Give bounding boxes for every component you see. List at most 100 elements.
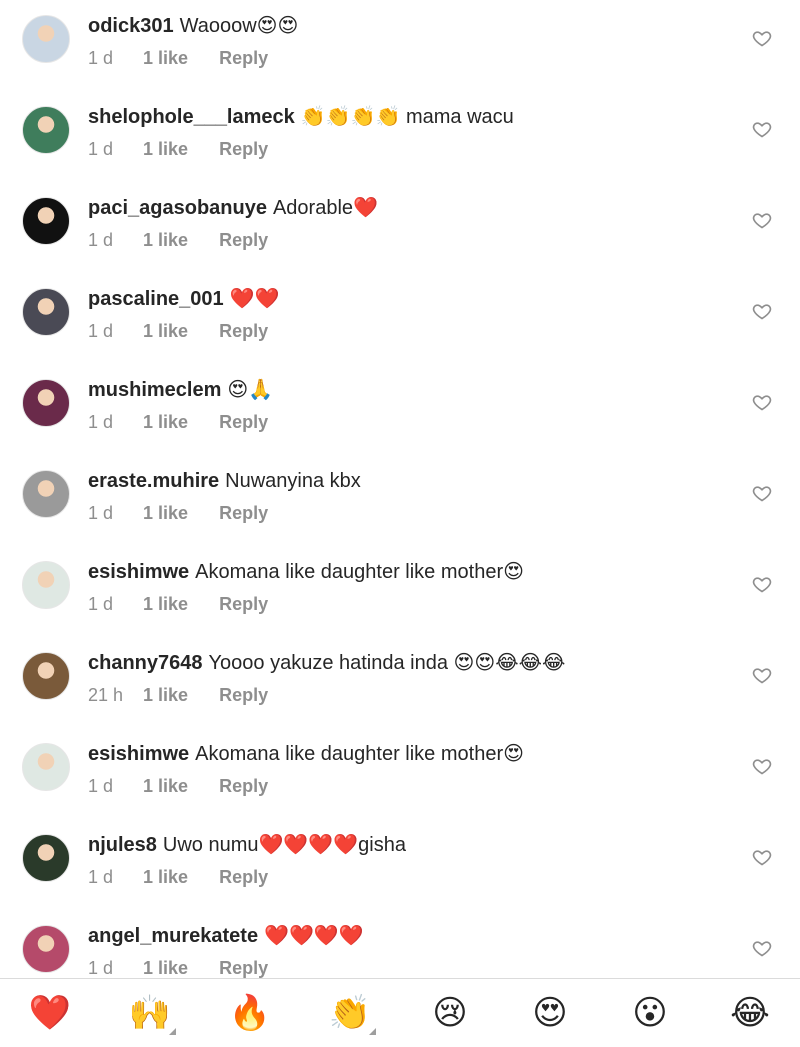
like-heart-icon[interactable] — [752, 574, 772, 594]
like-heart-icon[interactable] — [752, 392, 772, 412]
comment-like-count[interactable]: 1 like — [143, 47, 188, 69]
comment-username[interactable]: esishimwe — [88, 561, 189, 583]
fire-icon[interactable]: 🔥 — [228, 991, 272, 1035]
reply-button[interactable]: Reply — [219, 593, 268, 615]
comment-meta: 1 d 1 like Reply — [88, 320, 730, 342]
comment-line: channy7648 Yoooo yakuze hatinda inda 😍😍😂😂… — [88, 649, 730, 677]
comment-row: paci_agasobanuye Adorable❤️ 1 d 1 like Re… — [0, 182, 800, 273]
reply-button[interactable]: Reply — [219, 229, 268, 251]
comment-line: eraste.muhire Nuwanyina kbx — [88, 467, 730, 495]
reply-button[interactable]: Reply — [219, 411, 268, 433]
comment-row: esishimwe Akomana like daughter like moth… — [0, 728, 800, 819]
reply-button[interactable]: Reply — [219, 320, 268, 342]
comment-like-count[interactable]: 1 like — [143, 957, 188, 978]
clapping-hands-icon[interactable]: 👏 — [328, 991, 376, 1035]
avatar[interactable] — [22, 288, 70, 336]
avatar[interactable] — [22, 106, 70, 154]
like-heart-icon[interactable] — [752, 483, 772, 503]
comment-like-count[interactable]: 1 like — [143, 320, 188, 342]
comment-username[interactable]: paci_agasobanuye — [88, 197, 267, 219]
comment-text: Akomana like daughter like mother😍 — [195, 743, 524, 765]
tears-of-joy-face-icon[interactable]: 😂 — [728, 991, 772, 1035]
like-heart-icon[interactable] — [752, 847, 772, 867]
comment-username[interactable]: esishimwe — [88, 743, 189, 765]
comment-username[interactable]: channy7648 — [88, 652, 203, 674]
comment-text: 👏👏👏👏 mama wacu — [300, 106, 514, 128]
avatar[interactable] — [22, 743, 70, 791]
reaction-emoji: 😮 — [632, 993, 668, 1033]
comment-username[interactable]: njules8 — [88, 834, 157, 856]
avatar[interactable] — [22, 561, 70, 609]
reply-button[interactable]: Reply — [219, 775, 268, 797]
reaction-emoji: 🔥 — [228, 993, 272, 1033]
comment-row: esishimwe Akomana like daughter like moth… — [0, 546, 800, 637]
comment-like-count[interactable]: 1 like — [143, 411, 188, 433]
comment-like-count[interactable]: 1 like — [143, 502, 188, 524]
comment-row: odick301 Waooow😍😍 1 d 1 like Reply — [0, 0, 800, 91]
comment-username[interactable]: angel_murekatete — [88, 925, 258, 947]
avatar[interactable] — [22, 652, 70, 700]
comment-username[interactable]: shelophole___lameck — [88, 106, 295, 128]
comment-list: odick301 Waooow😍😍 1 d 1 like Reply shelop… — [0, 0, 800, 978]
comment-body: njules8 Uwo numu❤️❤️❤️❤️gisha 1 d 1 like … — [88, 831, 730, 888]
comment-like-count[interactable]: 1 like — [143, 775, 188, 797]
reply-button[interactable]: Reply — [219, 866, 268, 888]
heart-eyes-face-icon[interactable]: 😍 — [528, 991, 572, 1035]
comment-time: 1 d — [88, 503, 114, 523]
comment-text: Yoooo yakuze hatinda inda 😍😍😂😂😂 — [208, 652, 566, 674]
reply-button[interactable]: Reply — [219, 138, 268, 160]
comment-username[interactable]: odick301 — [88, 15, 174, 37]
raising-hands-icon[interactable]: 🙌 — [128, 991, 176, 1035]
comment-time: 1 d — [88, 594, 114, 614]
emoji-reaction-bar: ❤️ 🙌 🔥 👏 😢 😍 😮 😂 — [0, 979, 800, 1047]
crying-face-icon[interactable]: 😢 — [428, 991, 472, 1035]
comment-body: pascaline_001 ❤️❤️ 1 d 1 like Reply — [88, 285, 730, 342]
comment-line: odick301 Waooow😍😍 — [88, 12, 730, 40]
comment-text: Akomana like daughter like mother😍 — [195, 561, 524, 583]
comment-body: eraste.muhire Nuwanyina kbx 1 d 1 like Re… — [88, 467, 730, 524]
avatar[interactable] — [22, 197, 70, 245]
reply-button[interactable]: Reply — [219, 47, 268, 69]
reply-button[interactable]: Reply — [219, 684, 268, 706]
comment-time: 1 d — [88, 139, 114, 159]
avatar[interactable] — [22, 834, 70, 882]
comment-meta: 1 d 1 like Reply — [88, 229, 730, 251]
like-heart-icon[interactable] — [752, 210, 772, 230]
avatar[interactable] — [22, 379, 70, 427]
comment-text: Uwo numu❤️❤️❤️❤️gisha — [162, 834, 406, 856]
comment-like-count[interactable]: 1 like — [143, 866, 188, 888]
comment-username[interactable]: mushimeclem — [88, 379, 221, 401]
comment-like-count[interactable]: 1 like — [143, 229, 188, 251]
red-heart-icon[interactable]: ❤️ — [28, 991, 72, 1035]
avatar[interactable] — [22, 470, 70, 518]
avatar[interactable] — [22, 15, 70, 63]
avatar[interactable] — [22, 925, 70, 973]
comment-body: angel_murekatete ❤️❤️❤️❤️ 1 d 1 like Repl… — [88, 922, 730, 978]
like-heart-icon[interactable] — [752, 756, 772, 776]
reply-button[interactable]: Reply — [219, 502, 268, 524]
comment-meta: 1 d 1 like Reply — [88, 866, 730, 888]
comment-body: esishimwe Akomana like daughter like moth… — [88, 740, 730, 797]
comment-body: odick301 Waooow😍😍 1 d 1 like Reply — [88, 12, 730, 69]
comment-username[interactable]: eraste.muhire — [88, 470, 219, 492]
comment-text: Waooow😍😍 — [179, 15, 299, 37]
reaction-emoji: 👏 — [328, 993, 372, 1033]
like-heart-icon[interactable] — [752, 938, 772, 958]
comment-row: shelophole___lameck 👏👏👏👏 mama wacu 1 d 1 … — [0, 91, 800, 182]
like-heart-icon[interactable] — [752, 665, 772, 685]
surprised-face-icon[interactable]: 😮 — [628, 991, 672, 1035]
reaction-emoji: 😢 — [432, 993, 468, 1033]
comment-time: 21 h — [88, 685, 124, 705]
like-heart-icon[interactable] — [752, 301, 772, 321]
comment-like-count[interactable]: 1 like — [143, 593, 188, 615]
comment-time: 1 d — [88, 412, 114, 432]
comment-body: shelophole___lameck 👏👏👏👏 mama wacu 1 d 1 … — [88, 103, 730, 160]
comment-text: 😍🙏 — [227, 379, 274, 401]
comment-like-count[interactable]: 1 like — [143, 684, 188, 706]
comment-like-count[interactable]: 1 like — [143, 138, 188, 160]
reaction-emoji: 😍 — [532, 993, 568, 1033]
like-heart-icon[interactable] — [752, 28, 772, 48]
comment-username[interactable]: pascaline_001 — [88, 288, 224, 310]
like-heart-icon[interactable] — [752, 119, 772, 139]
reply-button[interactable]: Reply — [219, 957, 268, 978]
